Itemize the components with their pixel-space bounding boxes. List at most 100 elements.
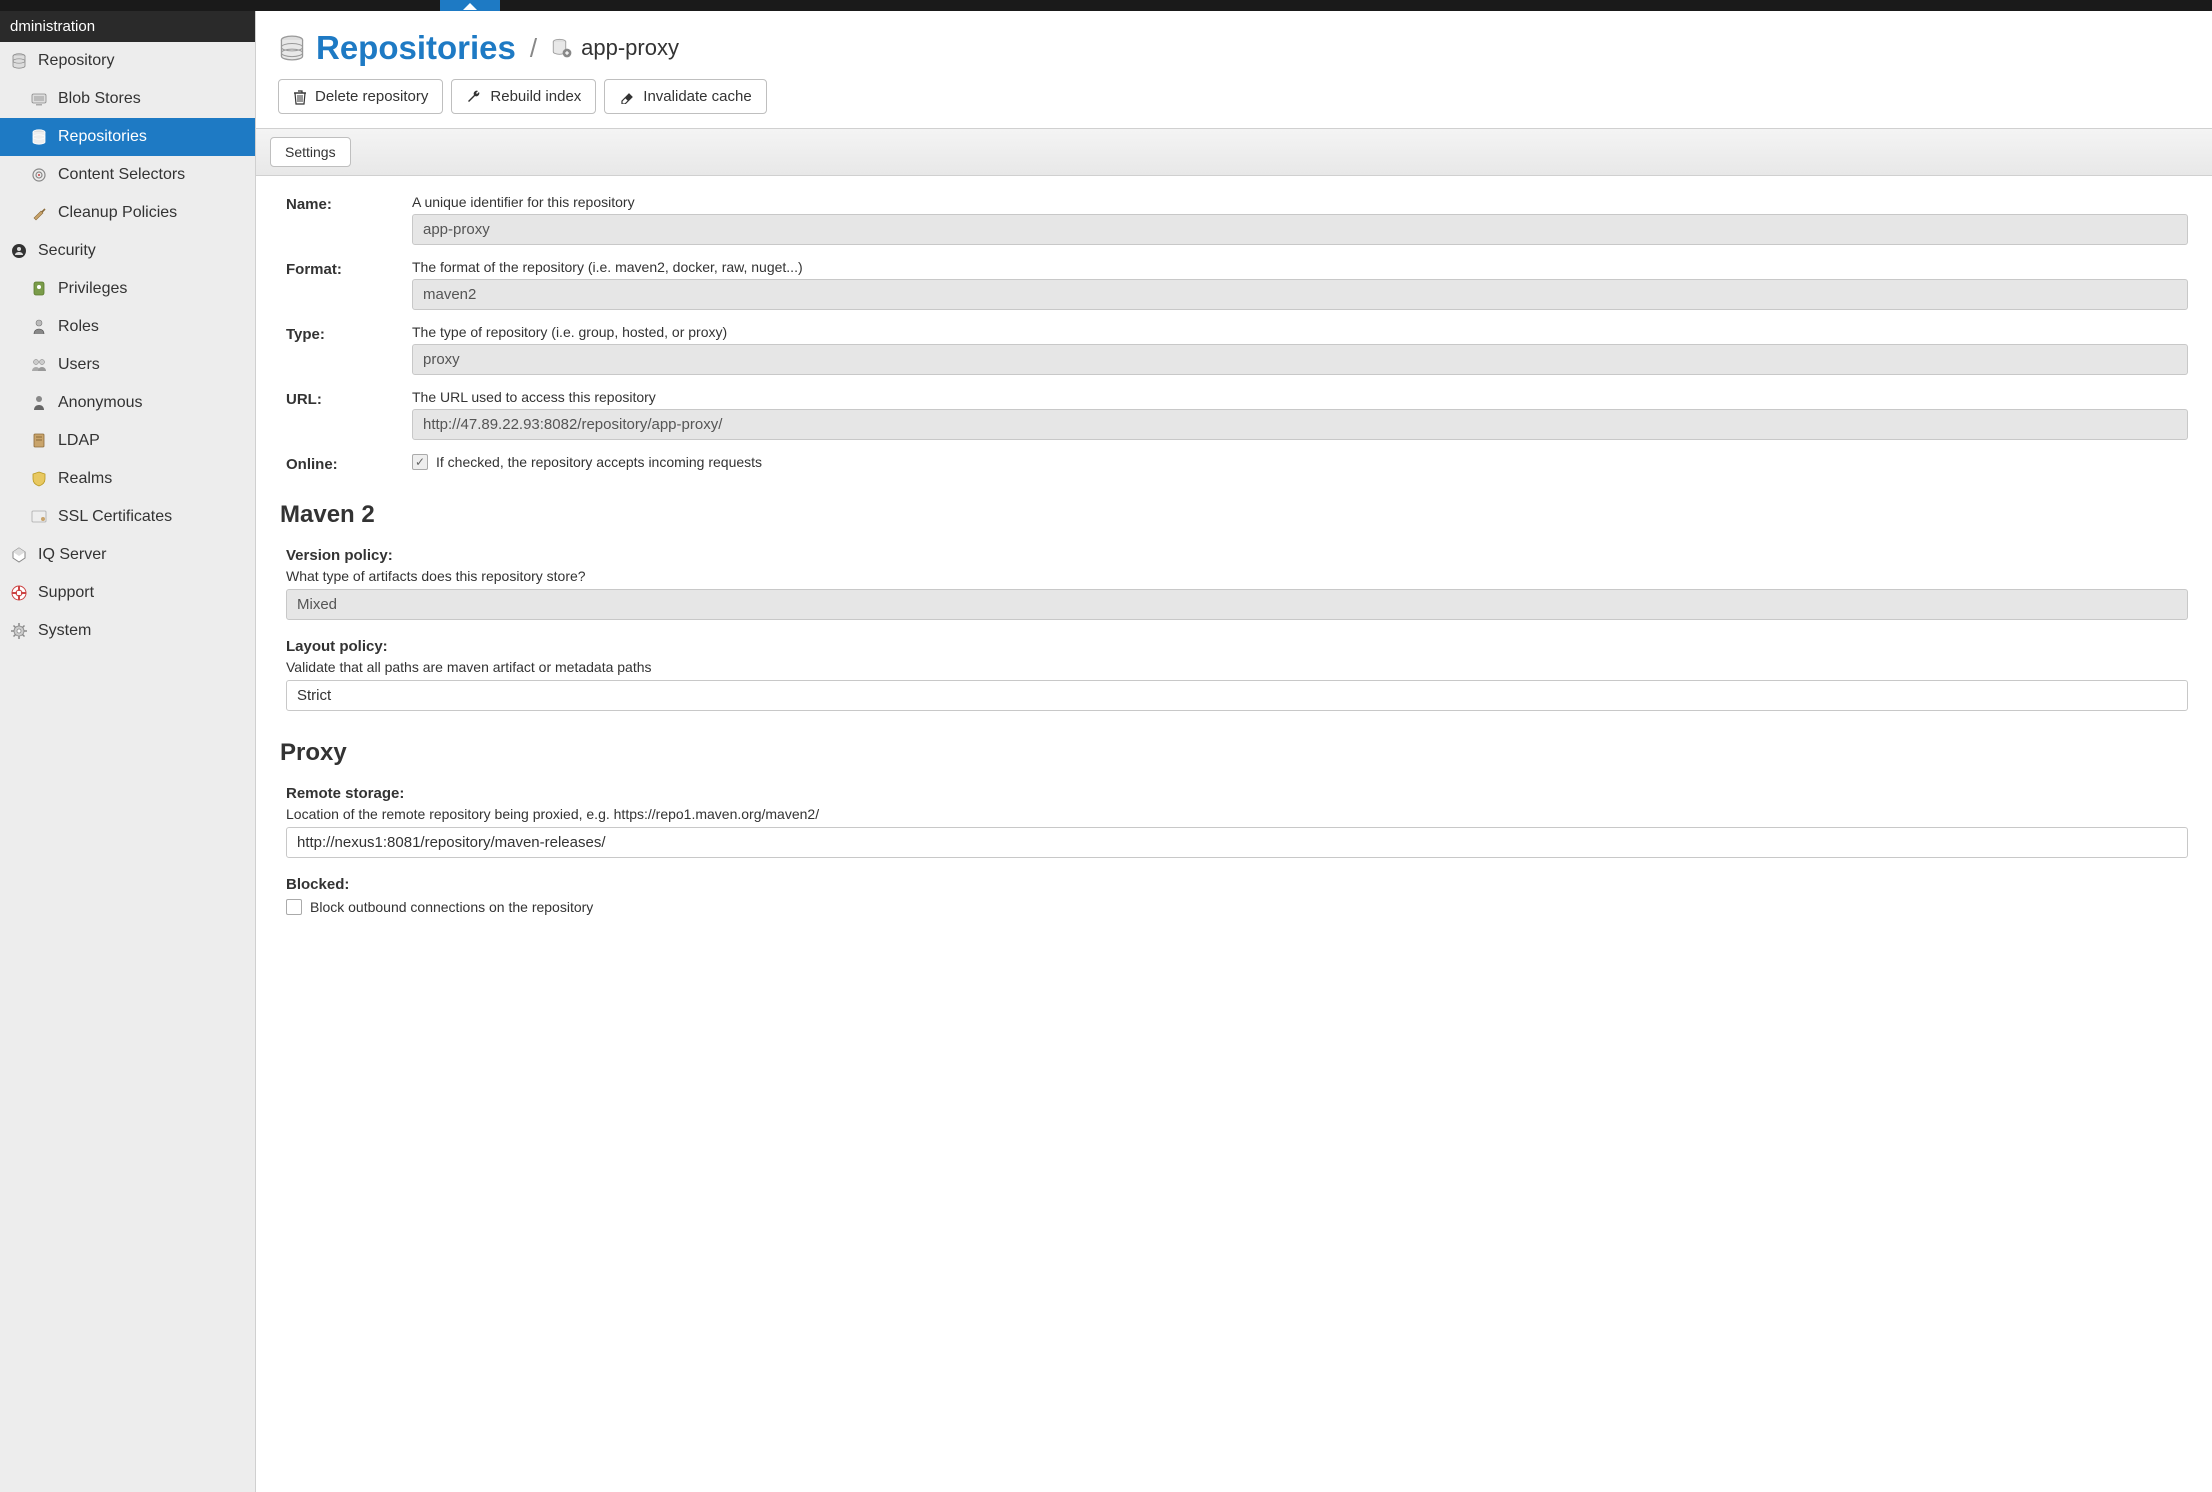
toolbar: Delete repository Rebuild index Invalida…	[256, 79, 2212, 128]
sidebar: dministration Repository Blob Stores Rep…	[0, 11, 256, 1492]
delete-repository-button[interactable]: Delete repository	[278, 79, 443, 114]
type-input[interactable]	[412, 344, 2188, 375]
top-bar	[0, 0, 2212, 11]
sidebar-item-anonymous[interactable]: Anonymous	[0, 384, 255, 422]
shield-icon	[30, 470, 48, 488]
anon-icon	[30, 394, 48, 412]
sidebar-label: Users	[58, 356, 100, 374]
button-label: Delete repository	[315, 88, 428, 105]
online-label: Online:	[286, 454, 412, 473]
url-label: URL:	[286, 389, 412, 408]
support-icon	[10, 584, 28, 602]
sidebar-label: Support	[38, 584, 94, 602]
sidebar-section-iq-server[interactable]: IQ Server	[0, 536, 255, 574]
version-policy-select[interactable]	[286, 589, 2188, 620]
url-input[interactable]	[412, 409, 2188, 440]
remote-storage-input[interactable]	[286, 827, 2188, 858]
sidebar-header: dministration	[0, 11, 255, 42]
sidebar-label: Anonymous	[58, 394, 143, 412]
button-label: Invalidate cache	[643, 88, 751, 105]
sidebar-label: LDAP	[58, 432, 100, 450]
sidebar-label: Privileges	[58, 280, 127, 298]
layout-policy-select[interactable]	[286, 680, 2188, 711]
sidebar-label: SSL Certificates	[58, 508, 172, 526]
version-policy-help: What type of artifacts does this reposit…	[286, 568, 2188, 584]
type-label: Type:	[286, 324, 412, 343]
breadcrumb: Repositories / app-proxy	[256, 11, 2212, 79]
breadcrumb-current-text: app-proxy	[581, 35, 679, 61]
invalidate-cache-button[interactable]: Invalidate cache	[604, 79, 766, 114]
blocked-help: Block outbound connections on the reposi…	[310, 899, 593, 915]
database-icon	[10, 52, 28, 70]
certificate-icon	[30, 508, 48, 526]
sidebar-item-blob-stores[interactable]: Blob Stores	[0, 80, 255, 118]
breadcrumb-current: app-proxy	[551, 35, 679, 61]
gear-icon	[10, 622, 28, 640]
sidebar-item-ldap[interactable]: LDAP	[0, 422, 255, 460]
storage-icon	[30, 90, 48, 108]
target-icon	[30, 166, 48, 184]
breadcrumb-title[interactable]: Repositories	[278, 29, 516, 67]
repo-proxy-icon	[551, 37, 573, 59]
button-label: Rebuild index	[490, 88, 581, 105]
sidebar-item-cleanup-policies[interactable]: Cleanup Policies	[0, 194, 255, 232]
blocked-label: Blocked:	[286, 876, 2188, 893]
sidebar-item-roles[interactable]: Roles	[0, 308, 255, 346]
online-help: If checked, the repository accepts incom…	[436, 454, 762, 470]
security-icon	[10, 242, 28, 260]
book-icon	[30, 432, 48, 450]
sidebar-item-content-selectors[interactable]: Content Selectors	[0, 156, 255, 194]
format-input[interactable]	[412, 279, 2188, 310]
sidebar-item-ssl-certificates[interactable]: SSL Certificates	[0, 498, 255, 536]
sidebar-label: IQ Server	[38, 546, 106, 564]
sidebar-label: Content Selectors	[58, 166, 185, 184]
sidebar-label: Roles	[58, 318, 99, 336]
iq-icon	[10, 546, 28, 564]
sidebar-item-repositories[interactable]: Repositories	[0, 118, 255, 156]
format-help: The format of the repository (i.e. maven…	[412, 259, 2188, 275]
sidebar-section-support[interactable]: Support	[0, 574, 255, 612]
layout-policy-help: Validate that all paths are maven artifa…	[286, 659, 2188, 675]
rebuild-index-button[interactable]: Rebuild index	[451, 79, 596, 114]
breadcrumb-separator: /	[530, 33, 537, 64]
breadcrumb-title-text: Repositories	[316, 29, 516, 67]
tab-settings[interactable]: Settings	[270, 137, 351, 167]
form-area: Name: A unique identifier for this repos…	[256, 176, 2212, 963]
sidebar-label: Cleanup Policies	[58, 204, 177, 222]
remote-storage-help: Location of the remote repository being …	[286, 806, 2188, 822]
sidebar-item-privileges[interactable]: Privileges	[0, 270, 255, 308]
type-help: The type of repository (i.e. group, host…	[412, 324, 2188, 340]
database-icon	[278, 34, 306, 62]
eraser-icon	[619, 90, 635, 104]
tab-strip: Settings	[256, 128, 2212, 176]
online-checkbox[interactable]: ✓	[412, 454, 428, 470]
sidebar-label: Realms	[58, 470, 112, 488]
url-help: The URL used to access this repository	[412, 389, 2188, 405]
main-content: Repositories / app-proxy Delete reposito…	[256, 11, 2212, 1492]
sidebar-label: Repositories	[58, 128, 147, 146]
name-help: A unique identifier for this repository	[412, 194, 2188, 210]
maven2-section-title: Maven 2	[280, 501, 2188, 529]
sidebar-item-realms[interactable]: Realms	[0, 460, 255, 498]
database-icon	[30, 128, 48, 146]
name-input[interactable]	[412, 214, 2188, 245]
name-label: Name:	[286, 194, 412, 213]
sidebar-label: System	[38, 622, 91, 640]
blocked-checkbox[interactable]	[286, 899, 302, 915]
format-label: Format:	[286, 259, 412, 278]
version-policy-label: Version policy:	[286, 547, 2188, 564]
sidebar-section-security[interactable]: Security	[0, 232, 255, 270]
remote-storage-label: Remote storage:	[286, 785, 2188, 802]
wrench-icon	[466, 89, 482, 105]
sidebar-label: Repository	[38, 52, 114, 70]
sidebar-label: Blob Stores	[58, 90, 141, 108]
sidebar-section-system[interactable]: System	[0, 612, 255, 650]
badge-icon	[30, 280, 48, 298]
sidebar-item-users[interactable]: Users	[0, 346, 255, 384]
broom-icon	[30, 204, 48, 222]
users-icon	[30, 356, 48, 374]
sidebar-label: Security	[38, 242, 96, 260]
caret-icon	[463, 3, 477, 10]
sidebar-section-repository[interactable]: Repository	[0, 42, 255, 80]
layout-policy-label: Layout policy:	[286, 638, 2188, 655]
